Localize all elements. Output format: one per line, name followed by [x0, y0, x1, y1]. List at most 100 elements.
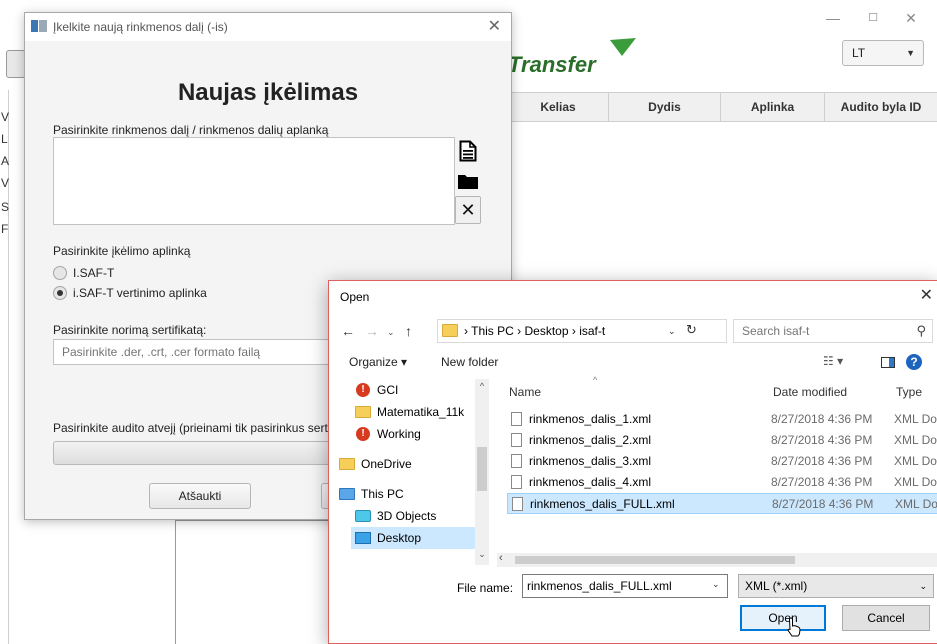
- document-icon: [459, 140, 477, 162]
- open-button[interactable]: Open: [740, 605, 826, 631]
- selected-files-list[interactable]: [53, 137, 455, 225]
- scrollbar-thumb[interactable]: [477, 447, 487, 491]
- left-panel-border: [8, 90, 9, 644]
- nav-item-working[interactable]: ! Working: [351, 423, 485, 445]
- preview-pane-icon[interactable]: [881, 357, 895, 368]
- scroll-up-icon[interactable]: ^: [475, 381, 489, 391]
- side-menu-item[interactable]: A: [1, 154, 9, 168]
- view-options-icon[interactable]: ☷ ▾: [823, 354, 843, 368]
- horizontal-scrollbar[interactable]: ‹: [497, 552, 937, 567]
- file-name: rinkmenos_dalis_1.xml: [529, 412, 652, 426]
- computer-icon: [339, 488, 355, 500]
- file-icon: [511, 475, 522, 489]
- file-type-select[interactable]: XML (*.xml) ⌄: [738, 574, 934, 598]
- up-arrow-icon[interactable]: ↑: [405, 323, 412, 339]
- select-folder-button[interactable]: [455, 167, 481, 195]
- file-row-selected[interactable]: rinkmenos_dalis_FULL.xml 8/27/2018 4:36 …: [507, 493, 937, 514]
- nav-scrollbar[interactable]: ^ ⌄: [475, 379, 489, 565]
- column-kelias[interactable]: Kelias: [508, 93, 608, 121]
- file-row[interactable]: rinkmenos_dalis_4.xml 8/27/2018 4:36 PM …: [507, 472, 937, 493]
- audit-case-select[interactable]: [53, 441, 345, 465]
- radio-isaft[interactable]: I.SAF-T: [53, 265, 114, 281]
- file-row[interactable]: rinkmenos_dalis_1.xml 8/27/2018 4:36 PM …: [507, 409, 937, 430]
- file-type: XML Do: [894, 454, 937, 468]
- column-aplinka[interactable]: Aplinka: [720, 93, 824, 121]
- nav-item-matematika[interactable]: Matematika_11k: [351, 401, 485, 423]
- radio-isaft-test[interactable]: i.SAF-T vertinimo aplinka: [53, 285, 207, 301]
- nav-item-desktop[interactable]: Desktop: [351, 527, 475, 549]
- scrollbar-thumb[interactable]: [515, 556, 795, 564]
- scroll-left-icon[interactable]: ‹: [499, 552, 503, 564]
- folder-icon: [355, 406, 371, 418]
- maximize-button[interactable]: ☐: [858, 6, 888, 30]
- breadcrumb-this-pc[interactable]: This PC: [471, 324, 514, 338]
- nav-item-gci[interactable]: ! GCI: [351, 379, 485, 401]
- scroll-down-icon[interactable]: ⌄: [475, 549, 489, 560]
- 3d-objects-icon: [355, 510, 371, 522]
- column-dydis[interactable]: Dydis: [608, 93, 720, 121]
- warning-folder-icon: !: [356, 383, 370, 397]
- column-date-modified[interactable]: Date modified: [773, 379, 847, 405]
- side-menu-item[interactable]: V: [1, 110, 9, 124]
- refresh-icon[interactable]: ↻: [686, 319, 697, 341]
- nav-item-3d-objects[interactable]: 3D Objects: [351, 505, 485, 527]
- search-input[interactable]: [734, 320, 912, 342]
- upload-dialog-title: Įkelkite naują rinkmenos dalį (-is): [53, 20, 228, 34]
- close-icon[interactable]: ✕: [920, 285, 933, 305]
- select-file-button[interactable]: [455, 137, 481, 165]
- chevron-down-icon[interactable]: ⌄: [668, 320, 676, 342]
- file-name-label: File name:: [457, 581, 514, 595]
- side-menu-item[interactable]: F: [1, 222, 8, 236]
- desktop-icon: [355, 532, 371, 544]
- organize-menu-button[interactable]: Organize ▾: [349, 355, 407, 369]
- file-date: 8/27/2018 4:36 PM: [771, 433, 873, 447]
- file-row[interactable]: rinkmenos_dalis_3.xml 8/27/2018 4:36 PM …: [507, 451, 937, 472]
- forward-arrow-icon[interactable]: →: [365, 323, 379, 339]
- main-toolbar-button[interactable]: [6, 50, 26, 78]
- breadcrumb-isaf-t[interactable]: isaf-t: [579, 324, 605, 338]
- files-table-header: Kelias Dydis Aplinka Audito byla ID: [508, 92, 937, 122]
- search-icon[interactable]: ⚲: [916, 323, 926, 339]
- radio-label: i.SAF-T vertinimo aplinka: [73, 286, 207, 300]
- address-bar[interactable]: › This PC › Desktop › isaf-t ⌄ ↻: [437, 319, 727, 343]
- recent-dropdown-icon[interactable]: ⌄: [387, 327, 395, 338]
- side-menu-item[interactable]: S: [1, 200, 9, 214]
- open-file-dialog: Open ✕ ← → ⌄ ↑ › This PC › Desktop › isa…: [328, 280, 937, 644]
- file-type: XML Do: [894, 412, 937, 426]
- cancel-button[interactable]: Cancel: [842, 605, 930, 631]
- close-icon[interactable]: ✕: [488, 16, 501, 36]
- breadcrumb-desktop[interactable]: Desktop: [524, 324, 568, 338]
- radio-label: I.SAF-T: [73, 266, 115, 280]
- nav-item-label: Desktop: [377, 531, 422, 545]
- column-audito-byla-id[interactable]: Audito byla ID: [824, 93, 937, 121]
- help-icon[interactable]: ?: [906, 354, 922, 370]
- back-arrow-icon[interactable]: ←: [341, 323, 355, 339]
- file-type: XML Do: [894, 475, 937, 489]
- chevron-down-icon[interactable]: ⌄: [712, 579, 720, 590]
- file-icon: [511, 454, 522, 468]
- radio-button[interactable]: [53, 266, 67, 280]
- column-type[interactable]: Type: [896, 379, 922, 405]
- close-window-button[interactable]: ✕: [896, 6, 926, 30]
- file-name-input[interactable]: [522, 574, 728, 598]
- app-window-icon: [31, 20, 47, 32]
- language-select[interactable]: LT ▼: [842, 40, 924, 66]
- cancel-upload-button[interactable]: Atšaukti: [149, 483, 251, 509]
- file-date: 8/27/2018 4:36 PM: [771, 412, 873, 426]
- certificate-input[interactable]: [53, 339, 343, 365]
- radio-button-selected[interactable]: [53, 286, 67, 300]
- file-date: 8/27/2018 4:36 PM: [771, 454, 873, 468]
- file-row[interactable]: rinkmenos_dalis_2.xml 8/27/2018 4:36 PM …: [507, 430, 937, 451]
- nav-item-onedrive[interactable]: OneDrive: [335, 453, 469, 475]
- breadcrumb: › This PC › Desktop › isaf-t: [464, 320, 605, 342]
- side-menu-item[interactable]: L: [1, 132, 8, 146]
- nav-item-this-pc[interactable]: This PC: [335, 483, 469, 505]
- remove-file-button[interactable]: ✕: [455, 196, 481, 224]
- navigation-pane: ! GCI Matematika_11k ! Working OneDrive …: [329, 379, 489, 565]
- file-name: rinkmenos_dalis_2.xml: [529, 433, 652, 447]
- new-folder-button[interactable]: New folder: [441, 355, 498, 369]
- side-menu-item[interactable]: V: [1, 176, 9, 190]
- minimize-button[interactable]: —: [818, 6, 848, 30]
- nav-item-label: OneDrive: [361, 457, 412, 471]
- column-name[interactable]: Name: [509, 379, 541, 405]
